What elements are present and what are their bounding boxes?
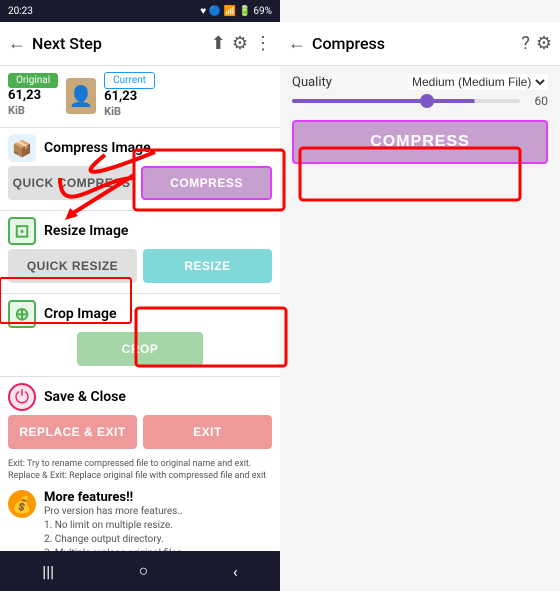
save-icon: ⏻ bbox=[8, 383, 36, 411]
avatar: 👤 bbox=[66, 78, 96, 114]
resize-header: ⊡ Resize Image bbox=[8, 217, 272, 245]
compress-button[interactable]: COMPRESS bbox=[141, 166, 272, 200]
resize-title: Resize Image bbox=[44, 223, 128, 239]
right-compress-button[interactable]: COMPRESS bbox=[292, 120, 548, 164]
original-label: Original bbox=[8, 73, 58, 88]
current-size: 61,23 KiB bbox=[104, 89, 155, 119]
file-info-row: Original 61,23 KiB 👤 Current 61,23 KiB bbox=[0, 66, 280, 125]
resize-btn-row: QUICK RESIZE RESIZE bbox=[8, 249, 272, 283]
more-features-icon: 💰 bbox=[8, 490, 36, 518]
original-size: 61,23 KiB bbox=[8, 88, 58, 118]
right-header: ← Compress ? ⚙ bbox=[280, 22, 560, 66]
nav-home-icon[interactable]: ○ bbox=[139, 561, 149, 581]
left-status-bar: 20:23 ♥ 🔵 📶 🔋 69% bbox=[0, 0, 280, 22]
quick-resize-button[interactable]: QUICK RESIZE bbox=[8, 249, 137, 283]
nav-menu-icon[interactable]: ||| bbox=[42, 562, 54, 581]
resize-button[interactable]: RESIZE bbox=[143, 249, 272, 283]
left-back-button[interactable]: ← bbox=[8, 33, 26, 54]
crop-header: ⊕ Crop Image bbox=[8, 300, 272, 328]
quality-slider[interactable] bbox=[292, 99, 520, 103]
compress-header: 📦 Compress Image bbox=[8, 134, 272, 162]
crop-section: ⊕ Crop Image CROP bbox=[0, 296, 280, 374]
resize-icon: ⊡ bbox=[8, 217, 36, 245]
more-icon[interactable]: ⋮ bbox=[254, 33, 272, 54]
share-icon[interactable]: ⬆ bbox=[211, 33, 226, 54]
compress-btn-row: QUICK COMPRESS COMPRESS bbox=[8, 166, 272, 200]
compress-section: 📦 Compress Image QUICK COMPRESS COMPRESS bbox=[0, 130, 280, 208]
more-features-title: More features!! bbox=[44, 490, 185, 505]
right-header-title: Compress bbox=[312, 34, 515, 53]
settings-icon[interactable]: ⚙ bbox=[232, 33, 248, 54]
crop-button[interactable]: CROP bbox=[77, 332, 204, 366]
replace-exit-button[interactable]: REPLACE & EXIT bbox=[8, 415, 137, 449]
save-header: ⏻ Save & Close bbox=[8, 383, 272, 411]
left-bottom-nav: ||| ○ ‹ bbox=[0, 551, 280, 591]
quality-label: Quality bbox=[292, 75, 332, 90]
right-back-button[interactable]: ← bbox=[288, 33, 306, 54]
crop-icon: ⊕ bbox=[8, 300, 36, 328]
save-btn-row: REPLACE & EXIT EXIT bbox=[8, 415, 272, 449]
original-box: Original 61,23 KiB bbox=[8, 73, 58, 118]
compress-title: Compress Image bbox=[44, 140, 151, 156]
left-header: ← Next Step ⬆ ⚙ ⋮ bbox=[0, 22, 280, 66]
compress-icon: 📦 bbox=[8, 134, 36, 162]
crop-title: Crop Image bbox=[44, 306, 116, 322]
slider-value: 60 bbox=[528, 94, 548, 108]
right-panel: 20:23 ♥ 🔵 📶 🔋 69% ← Compress ? ⚙ Quality… bbox=[280, 0, 560, 591]
quality-dropdown[interactable]: Medium (Medium File) High (Large File) L… bbox=[408, 74, 548, 90]
save-section: ⏻ Save & Close REPLACE & EXIT EXIT bbox=[0, 379, 280, 457]
quality-row: Quality Medium (Medium File) High (Large… bbox=[280, 66, 560, 92]
left-panel: 20:23 ♥ 🔵 📶 🔋 69% ← Next Step ⬆ ⚙ ⋮ Orig… bbox=[0, 0, 280, 591]
exit-button[interactable]: EXIT bbox=[143, 415, 272, 449]
right-settings-icon[interactable]: ⚙ bbox=[536, 33, 552, 54]
left-status-icons: ♥ 🔵 📶 🔋 69% bbox=[200, 6, 272, 17]
current-box: Current 61,23 KiB bbox=[104, 72, 155, 119]
help-icon[interactable]: ? bbox=[521, 33, 530, 54]
crop-btn-row: CROP bbox=[8, 332, 272, 366]
current-label: Current bbox=[104, 72, 155, 89]
slider-row: 60 bbox=[280, 92, 560, 112]
left-header-title: Next Step bbox=[32, 34, 205, 53]
resize-section: ⊡ Resize Image QUICK RESIZE RESIZE bbox=[0, 213, 280, 291]
left-time: 20:23 bbox=[8, 6, 33, 17]
save-title: Save & Close bbox=[44, 389, 126, 405]
exit-note: Exit: Try to rename compressed file to o… bbox=[0, 457, 280, 486]
nav-back-icon[interactable]: ‹ bbox=[233, 562, 238, 581]
quick-compress-button[interactable]: QUICK COMPRESS bbox=[8, 166, 135, 200]
